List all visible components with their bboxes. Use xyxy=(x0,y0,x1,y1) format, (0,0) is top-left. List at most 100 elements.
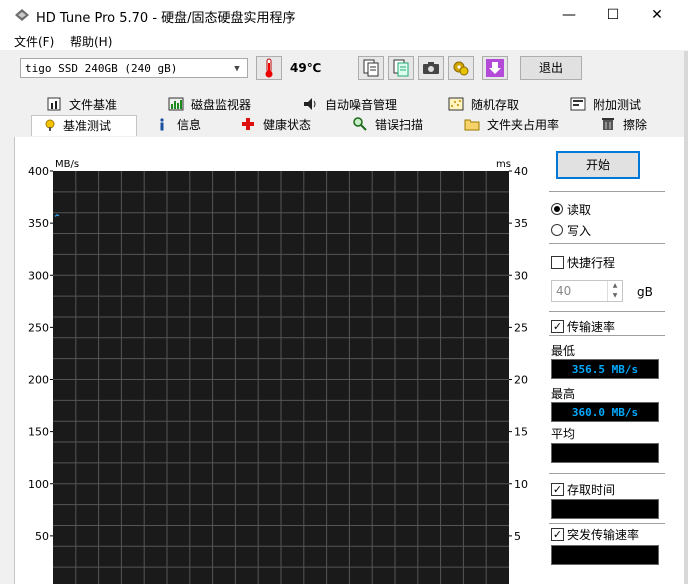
close-button[interactable]: ✕ xyxy=(634,0,680,30)
tab-noise-management[interactable]: 自动噪音管理 xyxy=(302,95,397,116)
drive-select-value: tigo SSD 240GB (240 gB) xyxy=(25,62,178,75)
burst-rate-value-box xyxy=(551,545,659,565)
control-panel: 开始 读取 写入 快捷行程 40 ▲ ▼ gB ✓ 传输速率 最低 356.5 M… xyxy=(549,137,685,584)
max-label: 最高 xyxy=(551,387,576,401)
benchmark-icon xyxy=(45,119,55,131)
window-edge xyxy=(684,51,688,584)
menu-bar: 文件(F) 帮助(H) xyxy=(0,30,688,50)
write-radio[interactable] xyxy=(551,224,563,236)
right-tick-label: 5 xyxy=(514,530,521,543)
left-axis-ticks: 400 350 300 250 200 150 100 50 xyxy=(28,165,53,543)
file-benchmark-icon xyxy=(47,97,61,111)
toolbar: tigo SSD 240GB (240 gB) ▼ 49℃ 退出 xyxy=(8,51,684,87)
burst-rate-label: 突发传输速率 xyxy=(567,528,640,542)
right-axis-label: ms xyxy=(496,159,511,170)
burst-rate-checkbox[interactable]: ✓ xyxy=(551,528,564,541)
screenshot-button[interactable] xyxy=(418,56,444,80)
right-tick-label: 30 xyxy=(514,269,528,282)
divider xyxy=(549,191,665,192)
tab-label: 自动噪音管理 xyxy=(325,98,398,112)
tab-label: 擦除 xyxy=(623,118,648,132)
copy-info-icon xyxy=(363,59,379,77)
tab-label: 信息 xyxy=(177,118,202,132)
copy-info-button[interactable] xyxy=(358,56,384,80)
min-value-box: 356.5 MB/s xyxy=(551,359,659,379)
info-icon xyxy=(160,118,164,131)
tab-file-benchmark[interactable]: 文件基准 xyxy=(46,95,117,116)
folder-icon xyxy=(464,119,480,131)
thermometer-icon xyxy=(256,56,282,80)
benchmark-chart-svg: MB/s ms 400 350 300 250 200 150 100 50 40 35 30 25… xyxy=(28,159,528,584)
transfer-rate-checkbox[interactable]: ✓ xyxy=(551,320,564,333)
left-tick-label: 100 xyxy=(28,478,49,491)
divider xyxy=(549,523,665,524)
tabs-bottom-row: 基准测试 信息 健康状态 错误扫描 文件夹占用率 擦除 xyxy=(8,115,684,136)
left-tick-label: 200 xyxy=(28,374,49,387)
tab-error-scan[interactable]: 错误扫描 xyxy=(352,115,423,136)
options-button[interactable] xyxy=(448,56,474,80)
exit-button[interactable]: 退出 xyxy=(520,56,582,80)
title-bar: HD Tune Pro 5.70 - 硬盘/固态硬盘实用程序 — ☐ ✕ xyxy=(0,0,688,30)
short-stroke-checkbox[interactable] xyxy=(551,256,564,269)
disk-monitor-icon xyxy=(168,97,184,111)
divider xyxy=(549,243,665,244)
speaker-icon xyxy=(304,98,316,110)
chart-grid xyxy=(53,171,509,584)
tab-extra-tests[interactable]: 附加测试 xyxy=(570,95,641,116)
save-button[interactable] xyxy=(482,56,508,80)
tabs-top-row: 文件基准 磁盘监视器 自动噪音管理 随机存取 附加测试 xyxy=(8,95,684,116)
menu-file[interactable]: 文件(F) xyxy=(14,33,54,50)
tab-label: 错误扫描 xyxy=(375,118,424,132)
tab-health[interactable]: 健康状态 xyxy=(240,115,311,136)
red-cross-icon xyxy=(242,118,254,130)
left-tick-label: 250 xyxy=(28,321,49,334)
avg-value-box xyxy=(551,443,659,463)
stepper-arrows-icon[interactable]: ▲ ▼ xyxy=(607,281,622,301)
tab-label: 文件夹占用率 xyxy=(487,118,560,132)
divider xyxy=(549,473,665,474)
start-button[interactable]: 开始 xyxy=(556,151,640,179)
magnifier-icon xyxy=(353,117,367,131)
chevron-down-icon: ▼ xyxy=(234,64,240,74)
tab-folder-usage[interactable]: 文件夹占用率 xyxy=(464,115,559,136)
divider xyxy=(549,311,665,312)
short-stroke-label: 快捷行程 xyxy=(567,256,616,270)
left-tick-label: 150 xyxy=(28,426,49,439)
tab-label: 基准测试 xyxy=(63,119,112,133)
access-time-checkbox[interactable]: ✓ xyxy=(551,483,564,496)
left-axis-label: MB/s xyxy=(55,159,79,170)
minimize-button[interactable]: — xyxy=(546,0,592,30)
short-stroke-unit: gB xyxy=(637,285,653,299)
divider xyxy=(549,335,665,336)
short-stroke-stepper[interactable]: 40 ▲ ▼ xyxy=(551,280,623,302)
tab-random-access[interactable]: 随机存取 xyxy=(448,95,519,116)
drive-select[interactable]: tigo SSD 240GB (240 gB) ▼ xyxy=(20,58,248,78)
short-stroke-value: 40 xyxy=(556,284,572,298)
right-tick-label: 40 xyxy=(514,165,528,178)
hdtune-app-icon xyxy=(15,9,29,21)
copy-text-button[interactable] xyxy=(388,56,414,80)
menu-help[interactable]: 帮助(H) xyxy=(70,33,112,50)
read-radio[interactable] xyxy=(551,203,563,215)
right-tick-label: 35 xyxy=(514,217,528,230)
random-access-icon xyxy=(448,97,464,111)
transfer-rate-label: 传输速率 xyxy=(567,320,616,334)
download-arrow-icon xyxy=(486,59,504,77)
tab-disk-monitor[interactable]: 磁盘监视器 xyxy=(168,95,251,116)
max-value-box: 360.0 MB/s xyxy=(551,402,659,422)
access-time-value-box xyxy=(551,499,659,519)
right-tick-label: 15 xyxy=(514,426,528,439)
write-label: 写入 xyxy=(567,224,592,238)
tab-label: 文件基准 xyxy=(69,98,118,112)
access-time-label: 存取时间 xyxy=(567,483,616,497)
maximize-button[interactable]: ☐ xyxy=(590,0,636,30)
left-tick-label: 400 xyxy=(28,165,49,178)
extra-tests-icon xyxy=(570,97,586,111)
tab-erase[interactable]: 擦除 xyxy=(600,115,647,136)
app-window: HD Tune Pro 5.70 - 硬盘/固态硬盘实用程序 — ☐ ✕ 文件(… xyxy=(0,0,688,584)
copy-text-icon xyxy=(393,59,409,77)
benchmark-chart: MB/s ms 400 350 300 250 200 150 100 50 40 35 30 25… xyxy=(15,137,545,584)
tab-info[interactable]: 信息 xyxy=(154,115,201,136)
left-tick-label: 50 xyxy=(35,530,49,543)
tab-benchmark[interactable]: 基准测试 xyxy=(31,115,137,136)
